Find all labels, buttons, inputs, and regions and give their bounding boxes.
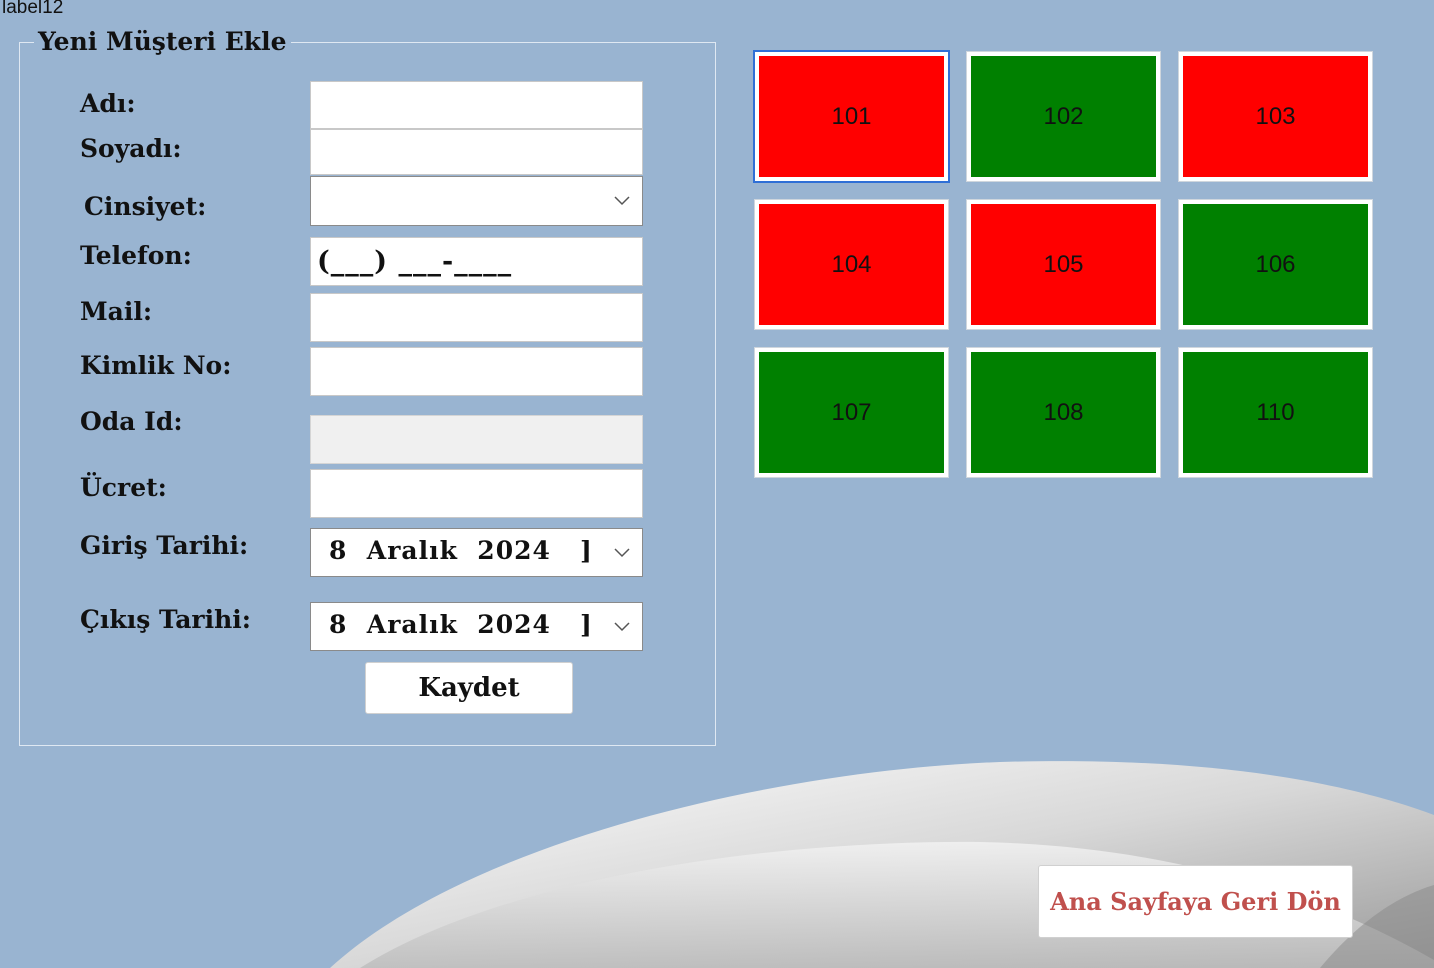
back-to-home-button[interactable]: Ana Sayfaya Geri Dön [1038, 865, 1353, 938]
room-id-field [310, 415, 643, 464]
room-button-103[interactable]: 103 [1179, 52, 1372, 181]
checkin-date-value: 8 Aralık 2024 ] [329, 536, 593, 565]
corner-label: label12 [2, 0, 64, 18]
last-name-field[interactable] [310, 129, 643, 175]
checkout-date-value: 8 Aralık 2024 ] [329, 610, 593, 639]
room-button-110[interactable]: 110 [1179, 348, 1372, 477]
first-name-field[interactable] [310, 81, 643, 129]
room-id-input [311, 416, 642, 463]
price-field[interactable] [310, 469, 643, 518]
gender-select[interactable] [310, 176, 643, 226]
gender-label: Cinsiyet: [84, 192, 207, 221]
checkout-date-picker[interactable]: 8 Aralık 2024 ] [310, 602, 643, 651]
chevron-down-icon[interactable] [612, 190, 632, 210]
last-name-label: Soyadı: [80, 134, 182, 163]
room-button-102[interactable]: 102 [967, 52, 1160, 181]
last-name-input[interactable] [311, 130, 642, 174]
groupbox-title: Yeni Müşteri Ekle [34, 27, 291, 56]
checkout-label: Çıkış Tarihi: [80, 605, 251, 634]
room-button-104[interactable]: 104 [755, 200, 948, 329]
room-button-108[interactable]: 108 [967, 348, 1160, 477]
room-button-101[interactable]: 101 [755, 52, 948, 181]
mail-label: Mail: [80, 297, 153, 326]
price-input[interactable] [311, 470, 642, 517]
first-name-input[interactable] [311, 82, 642, 128]
chevron-down-icon[interactable] [612, 542, 632, 562]
checkin-date-picker[interactable]: 8 Aralık 2024 ] [310, 528, 643, 577]
id-number-label: Kimlik No: [80, 351, 232, 380]
room-button-107[interactable]: 107 [755, 348, 948, 477]
id-number-field[interactable] [310, 347, 643, 396]
phone-field[interactable]: (___) ___-____ [310, 237, 643, 286]
first-name-label: Adı: [80, 89, 136, 118]
chevron-down-icon[interactable] [612, 616, 632, 636]
phone-label: Telefon: [80, 241, 192, 270]
room-button-105[interactable]: 105 [967, 200, 1160, 329]
room-button-106[interactable]: 106 [1179, 200, 1372, 329]
price-label: Ücret: [80, 473, 167, 502]
checkin-label: Giriş Tarihi: [80, 531, 249, 560]
save-button[interactable]: Kaydet [365, 662, 573, 714]
phone-mask-text[interactable]: (___) ___-____ [317, 246, 512, 277]
mail-input[interactable] [311, 294, 642, 341]
mail-field[interactable] [310, 293, 643, 342]
room-id-label: Oda Id: [80, 407, 183, 436]
id-number-input[interactable] [311, 348, 642, 395]
